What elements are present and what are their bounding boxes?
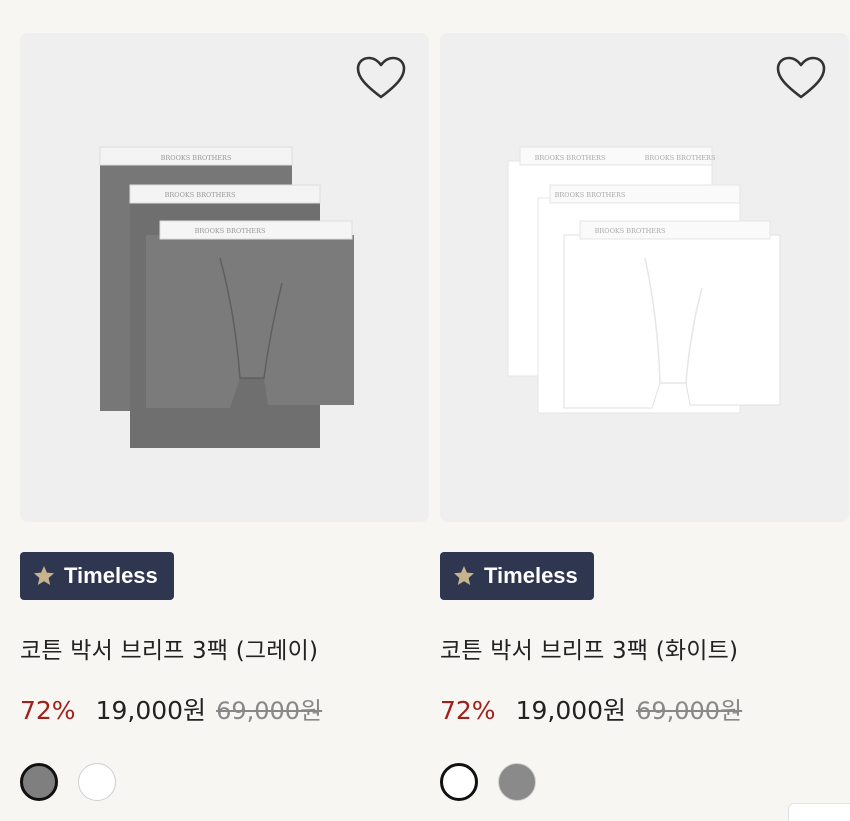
brand-band-text: BROOKS BROTHERS bbox=[645, 154, 716, 162]
wishlist-heart-icon[interactable] bbox=[355, 55, 407, 103]
brand-band-text: BROOKS BROTHERS bbox=[165, 191, 236, 199]
product-title[interactable]: 코튼 박서 브리프 3팩 (그레이) bbox=[20, 631, 318, 665]
timeless-badge: Timeless bbox=[440, 552, 594, 600]
sale-price: 19,000원 bbox=[95, 696, 207, 725]
swatch-grey[interactable] bbox=[498, 763, 536, 801]
badge-label: Timeless bbox=[484, 563, 578, 588]
brand-band-text: BROOKS BROTHERS bbox=[195, 227, 266, 235]
swatch-grey-selected[interactable] bbox=[20, 763, 58, 801]
timeless-badge: Timeless bbox=[20, 552, 174, 600]
star-icon bbox=[34, 566, 54, 585]
brand-band-text: BROOKS BROTHERS bbox=[595, 227, 666, 235]
price-row: 72% 19,000원 69,000원 bbox=[440, 691, 742, 727]
sale-price: 19,000원 bbox=[515, 696, 627, 725]
boxer-briefs-white-image: BROOKS BROTHERS BROOKS BROTHERS BROOKS B… bbox=[507, 146, 781, 414]
brand-band-text: BROOKS BROTHERS bbox=[161, 154, 232, 162]
wishlist-heart-icon[interactable] bbox=[775, 55, 827, 103]
product-card[interactable]: BROOKS BROTHERS BROOKS BROTHERS BROOKS B… bbox=[20, 33, 429, 801]
color-swatches bbox=[20, 763, 116, 801]
discount-rate: 72% bbox=[20, 696, 76, 725]
brand-band-text: BROOKS BROTHERS bbox=[555, 191, 626, 199]
badge-label: Timeless bbox=[64, 563, 158, 588]
star-icon bbox=[454, 566, 474, 585]
color-swatches bbox=[440, 763, 536, 801]
swatch-white-selected[interactable] bbox=[440, 763, 478, 801]
original-price: 69,000원 bbox=[216, 697, 323, 725]
swatch-white[interactable] bbox=[78, 763, 116, 801]
product-image[interactable]: BROOKS BROTHERS BROOKS BROTHERS BROOKS B… bbox=[440, 33, 849, 522]
product-card[interactable]: BROOKS BROTHERS BROOKS BROTHERS BROOKS B… bbox=[440, 33, 849, 801]
discount-rate: 72% bbox=[440, 696, 496, 725]
original-price: 69,000원 bbox=[636, 697, 743, 725]
floating-tab-edge[interactable] bbox=[788, 803, 850, 821]
product-title[interactable]: 코튼 박서 브리프 3팩 (화이트) bbox=[440, 631, 738, 665]
product-image[interactable]: BROOKS BROTHERS BROOKS BROTHERS BROOKS B… bbox=[20, 33, 429, 522]
price-row: 72% 19,000원 69,000원 bbox=[20, 691, 322, 727]
boxer-briefs-grey-image: BROOKS BROTHERS BROOKS BROTHERS BROOKS B… bbox=[99, 146, 354, 448]
brand-band-text: BROOKS BROTHERS bbox=[535, 154, 606, 162]
